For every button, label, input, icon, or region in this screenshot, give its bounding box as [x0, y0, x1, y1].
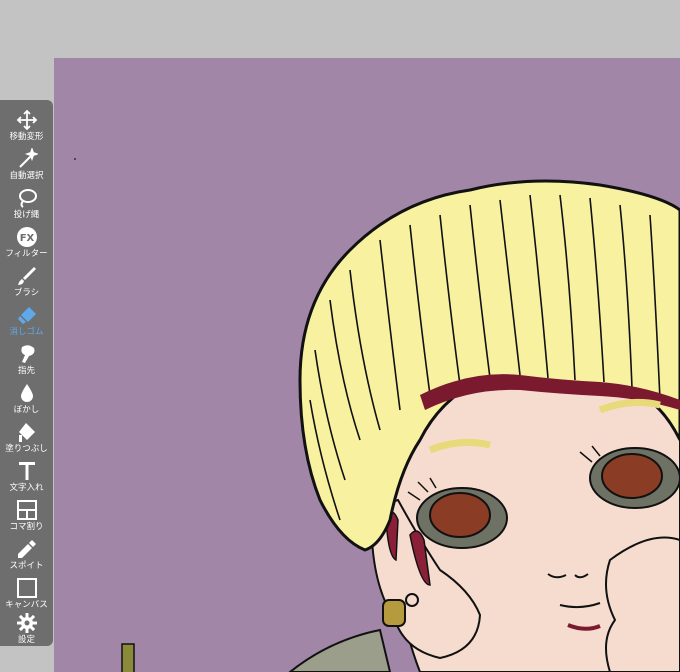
tool-label: ぼかし — [13, 405, 40, 415]
tool-eraser[interactable]: 消しゴム — [0, 299, 53, 338]
lasso-icon — [16, 187, 38, 209]
tool-label: ブラシ — [13, 288, 40, 298]
tool-sidebar: 移動変形 自動選択 投げ縄 FX フィルター ブラシ 消しゴム 指先 ぼかし 塗… — [0, 100, 53, 646]
tool-magic-wand[interactable]: 自動選択 — [0, 143, 53, 182]
tool-filter[interactable]: FX フィルター — [0, 221, 53, 260]
tool-blur[interactable]: ぼかし — [0, 377, 53, 416]
bucket-icon — [16, 421, 38, 443]
tool-eyedropper[interactable]: スポイト — [0, 533, 53, 572]
gear-icon — [16, 612, 38, 634]
tool-text[interactable]: 文字入れ — [0, 455, 53, 494]
canvas-speck — [74, 158, 76, 160]
finger-icon — [16, 343, 38, 365]
tool-brush[interactable]: ブラシ — [0, 260, 53, 299]
tool-label: フィルター — [5, 249, 48, 259]
drop-icon — [16, 382, 38, 404]
tool-label: 文字入れ — [9, 483, 44, 493]
magic-wand-icon — [16, 148, 38, 170]
tool-canvas[interactable]: キャンバス — [0, 572, 53, 611]
tool-frame-divider[interactable]: コマ割り — [0, 494, 53, 533]
tool-label: 投げ縄 — [13, 210, 40, 220]
tool-label: 設定 — [17, 635, 35, 645]
tool-lasso[interactable]: 投げ縄 — [0, 182, 53, 221]
tool-label: スポイト — [9, 561, 44, 571]
move-arrows-icon — [16, 109, 38, 131]
tool-label: 自動選択 — [9, 171, 44, 181]
tool-settings[interactable]: 設定 — [0, 607, 53, 646]
drawing-canvas[interactable] — [54, 58, 680, 672]
tool-label: 消しゴム — [9, 327, 44, 337]
tool-move[interactable]: 移動変形 — [0, 104, 53, 143]
eraser-icon — [16, 304, 38, 326]
tool-label: コマ割り — [9, 522, 44, 532]
frame-divider-icon — [16, 499, 38, 521]
canvas-icon — [16, 577, 38, 599]
text-icon — [16, 460, 38, 482]
tool-label: 塗りつぶし — [5, 444, 48, 454]
fx-icon: FX — [16, 226, 38, 248]
svg-text:FX: FX — [19, 233, 34, 244]
tool-smudge[interactable]: 指先 — [0, 338, 53, 377]
eyedropper-icon — [16, 538, 38, 560]
artwork-illustration — [121, 179, 680, 672]
brush-icon — [16, 265, 38, 287]
tool-label: 指先 — [17, 366, 35, 376]
tool-fill[interactable]: 塗りつぶし — [0, 416, 53, 455]
tool-label: 移動変形 — [9, 132, 44, 142]
